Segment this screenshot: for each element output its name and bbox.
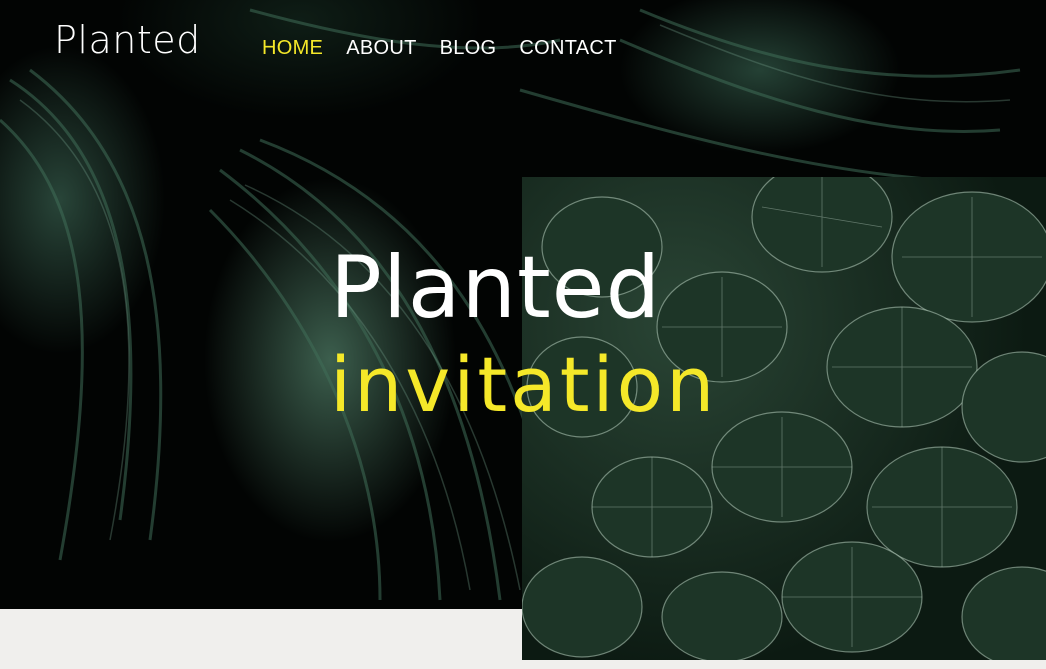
hero-title-line1: Planted [330,238,662,338]
main-nav: HOME ABOUT BLOG CONTACT [262,37,617,60]
nav-about-link[interactable]: ABOUT [346,37,416,60]
content-strip [0,609,522,669]
nav-blog-link[interactable]: BLOG [440,37,497,60]
site-logo[interactable]: Planted [54,18,201,62]
hero-headline: Planted invitation [330,245,717,423]
nav-contact-link[interactable]: CONTACT [519,37,616,60]
hero-title-line2: invitation [330,340,718,429]
nav-home-link[interactable]: HOME [262,37,323,60]
